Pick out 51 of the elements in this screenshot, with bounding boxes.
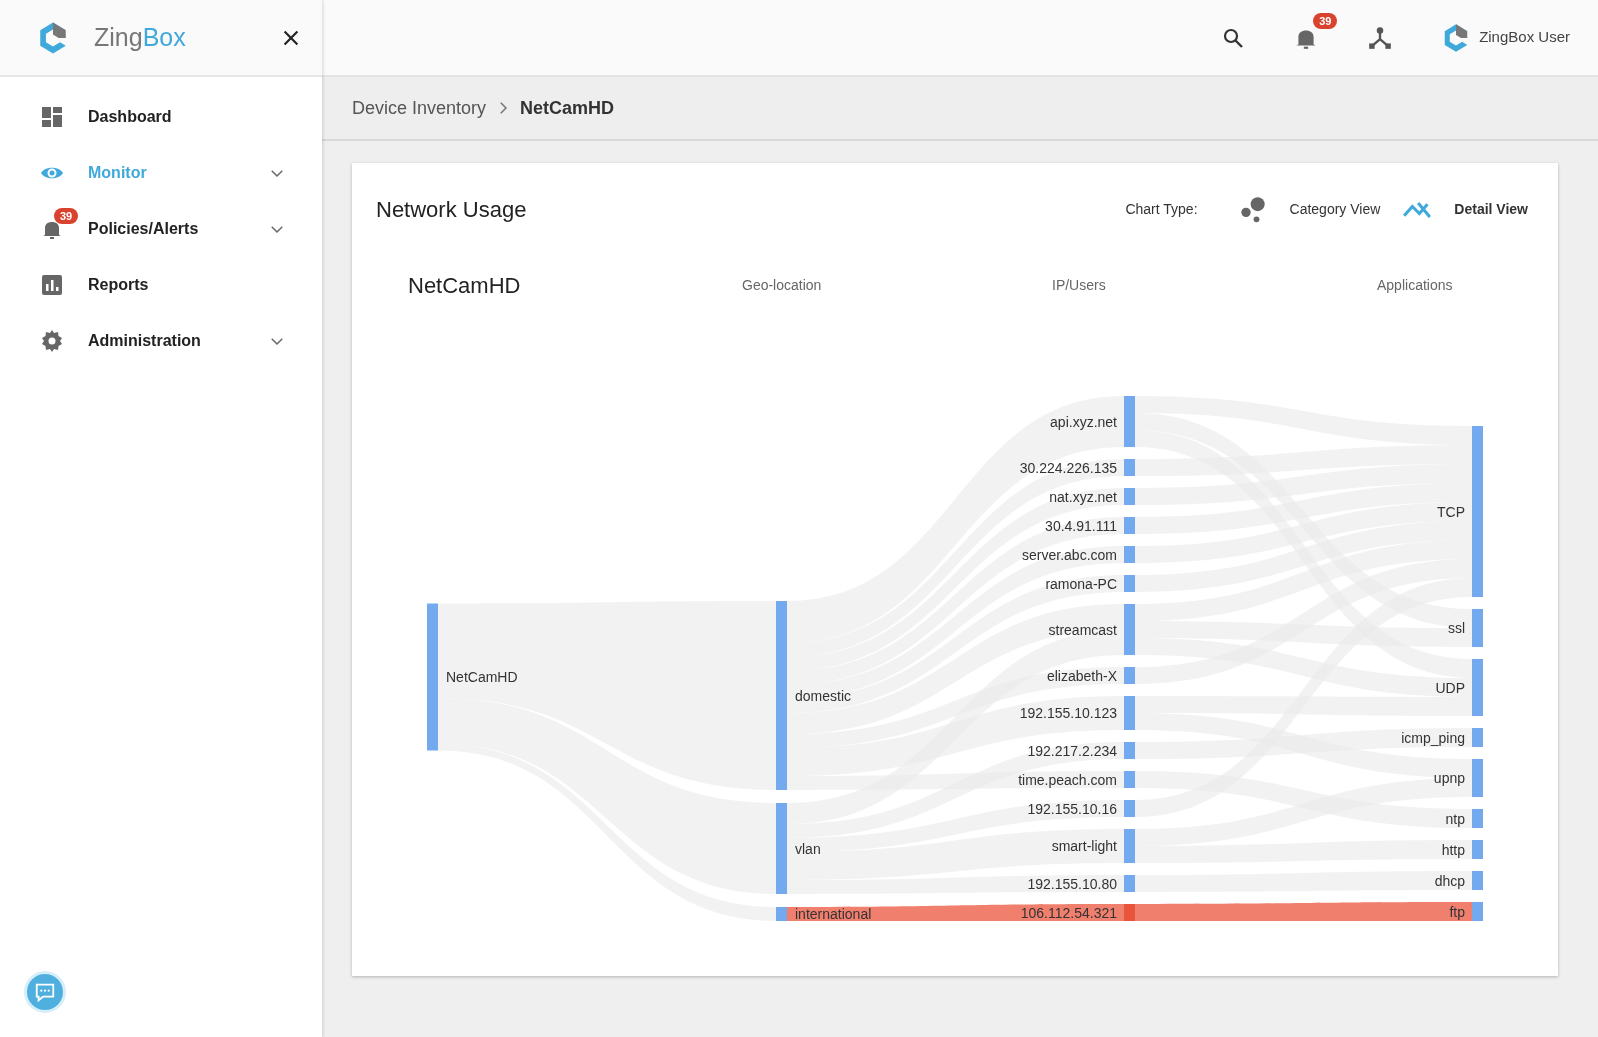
node-label: NetCamHD xyxy=(446,669,518,685)
view-option[interactable]: Category View xyxy=(1283,198,1387,221)
node-label: time.peach.com xyxy=(1018,771,1117,788)
view-option[interactable]: Detail View xyxy=(1448,198,1534,221)
node-label: vlan xyxy=(795,840,821,857)
user-name[interactable]: ZingBox User xyxy=(1479,26,1570,49)
node-label: 192.155.10.80 xyxy=(1027,875,1117,892)
chart-title: NetCamHD xyxy=(408,271,521,300)
node-label: smart-light xyxy=(1051,838,1117,854)
node-label: streamcast xyxy=(1048,621,1117,638)
node-label: 192.155.10.123 xyxy=(1019,705,1117,721)
brand-name: ZingBox xyxy=(94,21,187,53)
node-label: 30.4.91.111 xyxy=(1045,517,1117,534)
node-label: elizabeth-X xyxy=(1046,667,1117,684)
card-title: Network Usage xyxy=(376,196,528,224)
breadcrumb-link[interactable]: NetCamHD xyxy=(520,94,615,122)
sidebar-item[interactable]: Dashboard xyxy=(0,89,322,145)
bar-chart-icon xyxy=(40,273,64,297)
count-badge: 39 xyxy=(1313,12,1338,29)
node-label: ssl xyxy=(1447,620,1465,636)
column-heading: IP/Users xyxy=(1052,275,1106,295)
node-label: ramona-PC xyxy=(1045,575,1117,592)
network-icon[interactable] xyxy=(1367,24,1394,51)
chart-type-label: Chart Type: xyxy=(1125,200,1198,219)
node-label: icmp_ping xyxy=(1401,729,1465,746)
node-label: ntp xyxy=(1445,810,1465,827)
node-label: 106.112.54.321 xyxy=(1020,904,1117,921)
sidebar-item[interactable]: 39 Policies/Alerts xyxy=(0,201,322,257)
node-label: TCP xyxy=(1437,503,1465,520)
node-label: nat.xyz.net xyxy=(1049,488,1117,505)
node-label: 192.217.2.234 xyxy=(1027,742,1117,759)
chat-icon xyxy=(34,981,56,1003)
node-label: upnp xyxy=(1433,770,1465,786)
sidebar-item[interactable]: Administration xyxy=(0,313,322,369)
settings-icon xyxy=(40,329,64,353)
sidebar-item[interactable]: Reports xyxy=(0,257,322,313)
column-heading: Applications xyxy=(1377,275,1453,295)
count-badge: 39 xyxy=(54,208,79,224)
dashboard-icon xyxy=(40,105,64,129)
node-label: 192.155.10.16 xyxy=(1027,800,1117,817)
node-label: domestic xyxy=(795,687,852,704)
node-label: http xyxy=(1441,841,1465,858)
node-label: ftp xyxy=(1449,903,1465,920)
node-label: dhcp xyxy=(1434,872,1465,889)
node-label: international xyxy=(795,906,872,922)
node-label: UDP xyxy=(1435,679,1465,696)
breadcrumb-link[interactable]: Device Inventory xyxy=(352,94,487,122)
node-label: api.xyz.net xyxy=(1050,413,1117,430)
column-heading: Geo-location xyxy=(742,275,822,295)
node-label: 30.224.226.135 xyxy=(1019,459,1117,476)
node-label: server.abc.com xyxy=(1022,546,1117,563)
